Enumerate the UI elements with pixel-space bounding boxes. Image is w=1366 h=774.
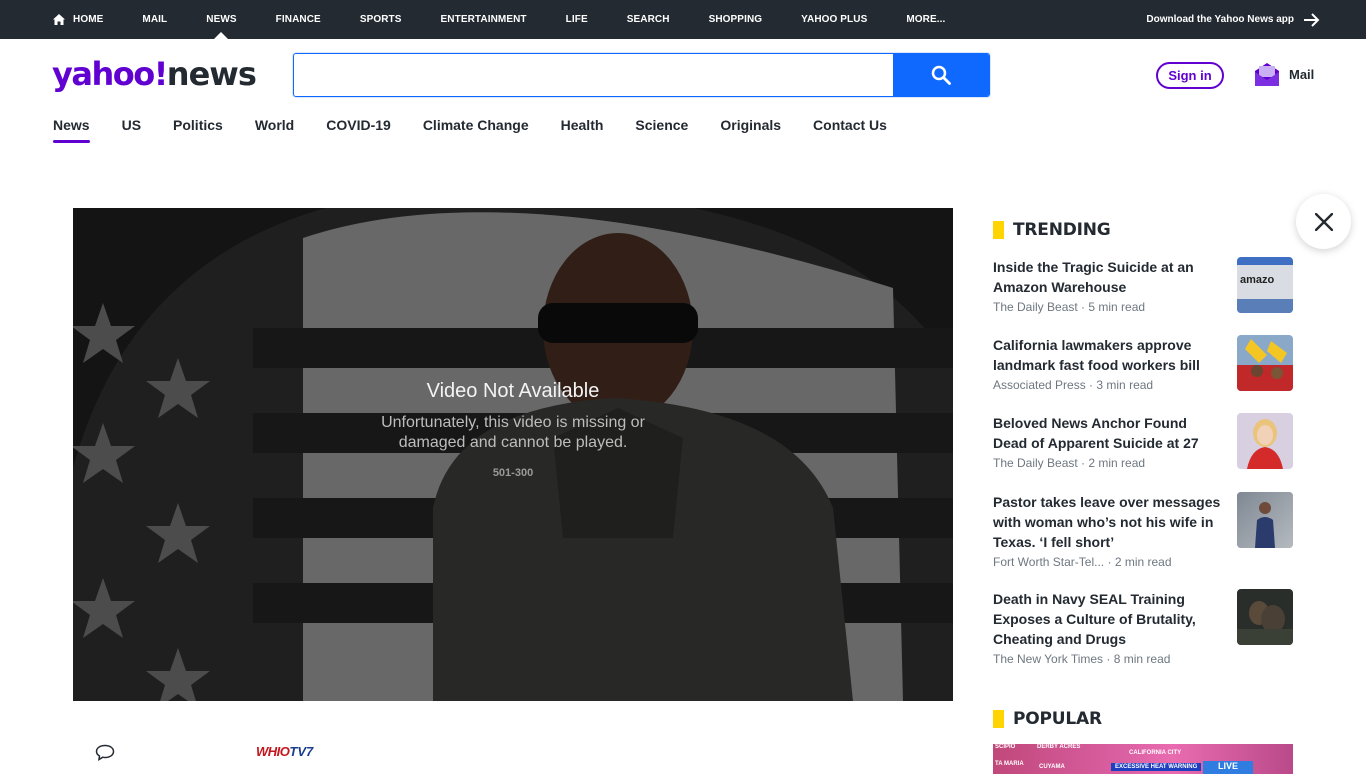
topnav-life[interactable]: LIFE bbox=[566, 0, 588, 39]
pastor-image bbox=[1237, 492, 1293, 548]
top-navigation-bar: HOME MAIL NEWS FINANCE SPORTS ENTERTAINM… bbox=[0, 0, 1366, 39]
source-logo-whio: WHIO bbox=[256, 744, 290, 759]
story-read-time: 2 min read bbox=[1088, 456, 1146, 470]
protest-image bbox=[1237, 335, 1293, 391]
story-thumbnail[interactable] bbox=[1237, 413, 1293, 469]
popular-title: POPULAR bbox=[1013, 709, 1102, 729]
arrow-right-icon bbox=[1304, 12, 1320, 27]
story-meta: Fort Worth Star-Tel... · 2 min read bbox=[993, 555, 1172, 569]
story-source: The Daily Beast bbox=[993, 300, 1078, 314]
download-app-label: Download the Yahoo News app bbox=[1146, 14, 1294, 25]
trending-story[interactable]: Beloved News Anchor Found Dead of Appare… bbox=[993, 413, 1293, 470]
map-label: TA MARIA bbox=[995, 761, 1024, 767]
trending-story[interactable]: Pastor takes leave over messages with wo… bbox=[993, 492, 1293, 569]
comment-icon bbox=[95, 744, 115, 761]
tab-politics[interactable]: Politics bbox=[173, 117, 223, 141]
section-navigation: News US Politics World COVID-19 Climate … bbox=[53, 117, 919, 143]
story-thumbnail[interactable] bbox=[1237, 589, 1293, 645]
mail-label: Mail bbox=[1289, 66, 1315, 82]
home-icon bbox=[53, 14, 65, 25]
topnav-home[interactable]: HOME bbox=[53, 0, 103, 39]
download-app-link[interactable]: Download the Yahoo News app bbox=[1146, 0, 1320, 39]
trending-story[interactable]: Inside the Tragic Suicide at an Amazon W… bbox=[993, 257, 1293, 314]
trending-title: TRENDING bbox=[1013, 220, 1111, 240]
search-icon bbox=[931, 65, 951, 85]
video-error-title: Video Not Available bbox=[426, 380, 600, 402]
story-read-time: 2 min read bbox=[1114, 555, 1172, 569]
mail-icon bbox=[1255, 63, 1279, 86]
popular-heading: POPULAR bbox=[993, 709, 1102, 729]
map-label: CUYAMA bbox=[1039, 764, 1065, 770]
story-thumbnail[interactable] bbox=[1237, 335, 1293, 391]
news-anchor-image bbox=[1237, 413, 1293, 469]
topnav-home-label: HOME bbox=[73, 14, 104, 25]
search-input[interactable] bbox=[294, 54, 893, 96]
search-button[interactable] bbox=[893, 54, 989, 96]
source-logo[interactable]: WHIO TV7 bbox=[256, 744, 313, 759]
logo-news-text: news bbox=[166, 55, 257, 93]
video-player[interactable]: Video Not Available Unfortunately, this … bbox=[73, 208, 953, 701]
story-source: Associated Press bbox=[993, 378, 1086, 392]
map-label: SCIPIO bbox=[995, 744, 1016, 750]
story-thumbnail[interactable] bbox=[1237, 492, 1293, 548]
tab-originals[interactable]: Originals bbox=[720, 117, 781, 141]
story-source: The New York Times bbox=[993, 652, 1104, 666]
svg-text:amazo: amazo bbox=[1240, 274, 1275, 286]
trending-heading: TRENDING bbox=[993, 220, 1111, 240]
topnav-entertainment[interactable]: ENTERTAINMENT bbox=[441, 0, 527, 39]
tab-contact-us[interactable]: Contact Us bbox=[813, 117, 887, 141]
source-logo-tv: TV7 bbox=[289, 744, 314, 759]
trending-story[interactable]: Death in Navy SEAL Training Exposes a Cu… bbox=[993, 589, 1293, 666]
mail-link[interactable]: Mail bbox=[1255, 61, 1314, 87]
logo-yahoo-text: yahoo! bbox=[52, 55, 168, 93]
story-title[interactable]: Pastor takes leave over messages with wo… bbox=[993, 492, 1221, 552]
story-title[interactable]: Inside the Tragic Suicide at an Amazon W… bbox=[993, 257, 1221, 297]
story-read-time: 3 min read bbox=[1096, 378, 1154, 392]
heading-accent-bar bbox=[993, 710, 1004, 728]
story-source: Fort Worth Star-Tel... bbox=[993, 555, 1105, 569]
story-thumbnail[interactable]: amazo bbox=[1237, 257, 1293, 313]
map-label: CALIFORNIA CITY bbox=[1129, 750, 1182, 756]
topnav-finance[interactable]: FINANCE bbox=[276, 0, 321, 39]
amazon-warehouse-image: amazo bbox=[1237, 257, 1293, 313]
story-title[interactable]: California lawmakers approve landmark fa… bbox=[993, 335, 1221, 375]
topnav-more[interactable]: MORE... bbox=[906, 0, 945, 39]
tab-climate-change[interactable]: Climate Change bbox=[423, 117, 529, 141]
video-error-description: Unfortunately, this video is missing or … bbox=[381, 414, 645, 451]
comments-button[interactable] bbox=[95, 744, 115, 766]
topnav-news[interactable]: NEWS bbox=[206, 0, 236, 39]
map-label: DERBY ACRES bbox=[1037, 744, 1081, 750]
tab-covid-19[interactable]: COVID-19 bbox=[326, 117, 391, 141]
top-nav-links: HOME MAIL NEWS FINANCE SPORTS ENTERTAINM… bbox=[53, 0, 984, 39]
tab-us[interactable]: US bbox=[122, 117, 141, 141]
close-icon bbox=[1314, 212, 1333, 231]
tab-science[interactable]: Science bbox=[635, 117, 688, 141]
topnav-sports[interactable]: SPORTS bbox=[360, 0, 402, 39]
heat-warning-badge: EXCESSIVE HEAT WARNING bbox=[1111, 763, 1202, 771]
story-meta: The New York Times · 8 min read bbox=[993, 652, 1171, 666]
search-bar bbox=[293, 53, 990, 97]
topnav-mail[interactable]: MAIL bbox=[142, 0, 167, 39]
close-button[interactable] bbox=[1296, 194, 1351, 249]
video-error-message: Video Not Available Unfortunately, this … bbox=[73, 380, 953, 479]
tab-world[interactable]: World bbox=[255, 117, 294, 141]
tab-news[interactable]: News bbox=[53, 117, 90, 143]
navy-seal-image bbox=[1237, 589, 1293, 645]
topnav-shopping[interactable]: SHOPPING bbox=[709, 0, 763, 39]
story-source: The Daily Beast bbox=[993, 456, 1078, 470]
topnav-yahoo-plus[interactable]: YAHOO PLUS bbox=[801, 0, 867, 39]
story-read-time: 5 min read bbox=[1088, 300, 1146, 314]
popular-story-image[interactable]: SCIPIO DERBY ACRES CALIFORNIA CITY TA MA… bbox=[993, 744, 1293, 774]
topnav-search[interactable]: SEARCH bbox=[627, 0, 670, 39]
story-title[interactable]: Beloved News Anchor Found Dead of Appare… bbox=[993, 413, 1221, 453]
story-read-time: 8 min read bbox=[1113, 652, 1171, 666]
sign-in-button[interactable]: Sign in bbox=[1156, 62, 1224, 89]
tab-health[interactable]: Health bbox=[561, 117, 604, 141]
video-error-code: 501-300 bbox=[492, 467, 534, 479]
yahoo-news-logo[interactable]: yahoo! news bbox=[52, 55, 257, 95]
heading-accent-bar bbox=[993, 221, 1004, 239]
trending-story[interactable]: California lawmakers approve landmark fa… bbox=[993, 335, 1293, 392]
story-title[interactable]: Death in Navy SEAL Training Exposes a Cu… bbox=[993, 589, 1221, 649]
